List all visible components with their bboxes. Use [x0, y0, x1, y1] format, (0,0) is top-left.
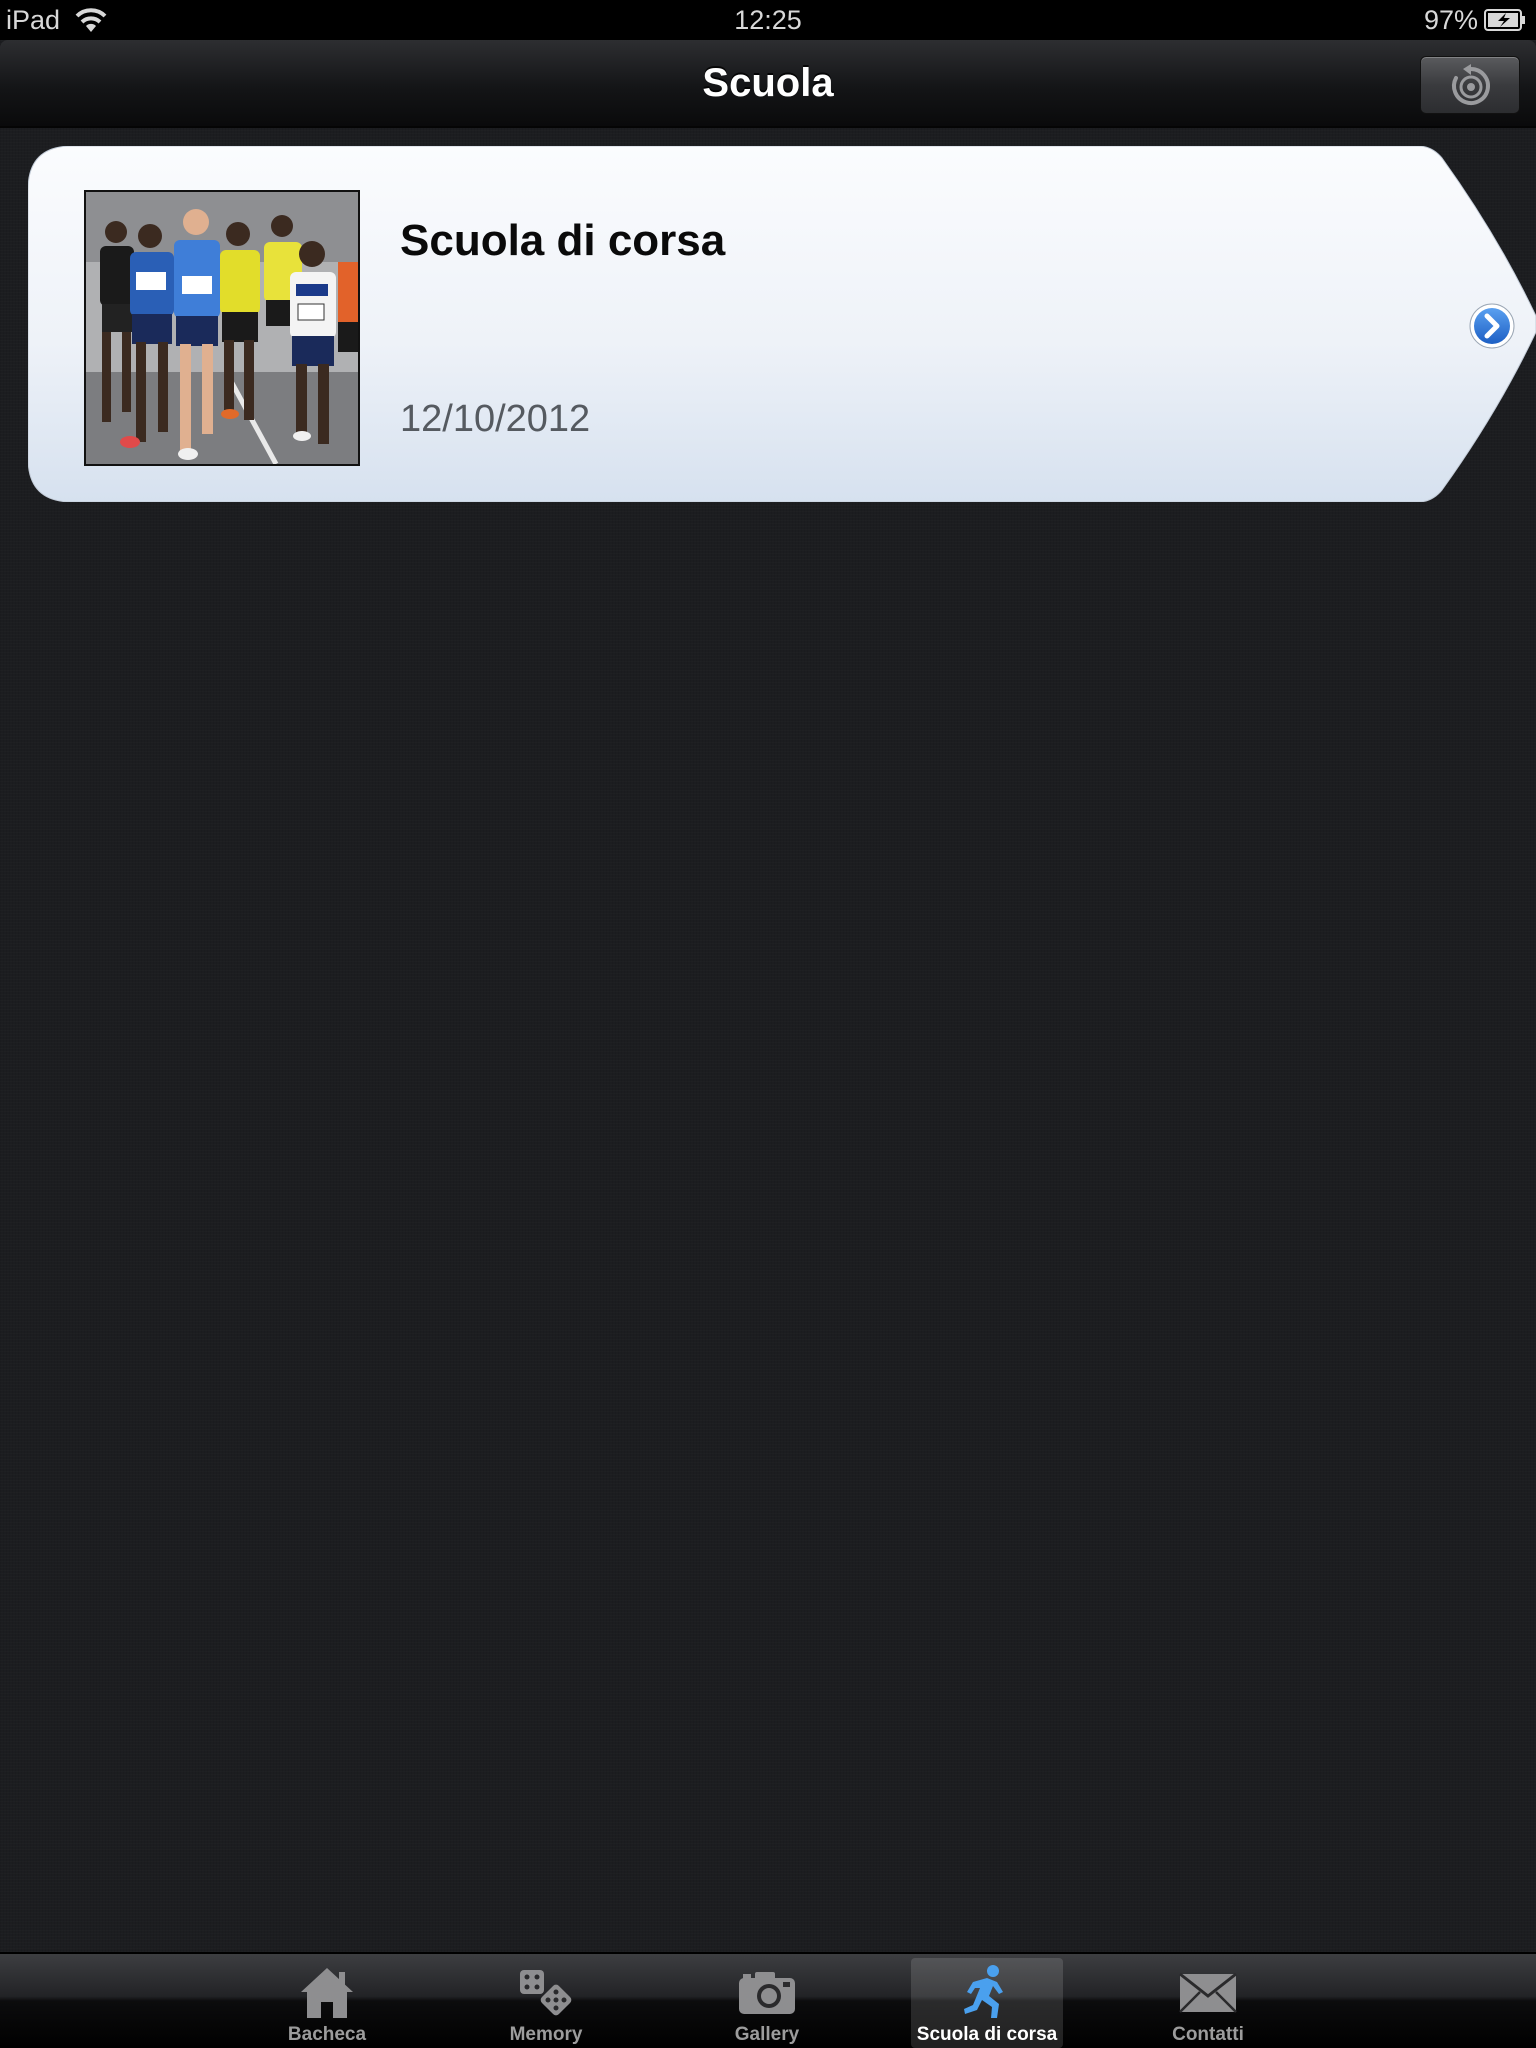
- tab-label: Contatti: [1172, 2024, 1244, 2045]
- chevron-right-circle-icon[interactable]: [1468, 302, 1516, 350]
- navigation-bar: Scuola: [0, 40, 1536, 128]
- tab-label: Scuola di corsa: [916, 2024, 1058, 2045]
- marathon-runners-photo: [84, 190, 360, 466]
- tab-gallery[interactable]: Gallery: [691, 1958, 843, 2048]
- dice-icon: [520, 1970, 572, 2016]
- item-title: Scuola di corsa: [400, 216, 726, 265]
- runner-icon: [964, 1965, 1003, 2018]
- tab-bar: Bacheca Memory Gallery Scuola di corsa C…: [0, 1952, 1536, 2048]
- list-item[interactable]: Scuola di corsa 12/10/2012: [28, 146, 1536, 502]
- battery-percentage: 97%: [1423, 5, 1478, 35]
- battery-icon: [1484, 9, 1525, 31]
- status-bar: iPad 12:25 97%: [0, 0, 1536, 40]
- tab-label: Bacheca: [287, 2024, 367, 2045]
- page-title: Scuola: [702, 61, 834, 105]
- tab-contatti[interactable]: Contatti: [1132, 1958, 1284, 2048]
- envelope-icon: [1179, 1972, 1237, 2013]
- status-time: 12:25: [734, 5, 802, 35]
- tab-memory[interactable]: Memory: [470, 1958, 622, 2048]
- home-icon: [301, 1968, 353, 2018]
- tab-label: Gallery: [734, 2024, 800, 2045]
- camera-icon: [739, 1972, 795, 2014]
- tab-bacheca[interactable]: Bacheca: [251, 1958, 403, 2048]
- tab-label: Memory: [509, 2024, 583, 2045]
- tab-scuola-di-corsa[interactable]: Scuola di corsa: [911, 1958, 1063, 2048]
- item-date: 12/10/2012: [400, 398, 591, 440]
- refresh-button[interactable]: [1420, 56, 1520, 114]
- refresh-icon: [1452, 64, 1490, 105]
